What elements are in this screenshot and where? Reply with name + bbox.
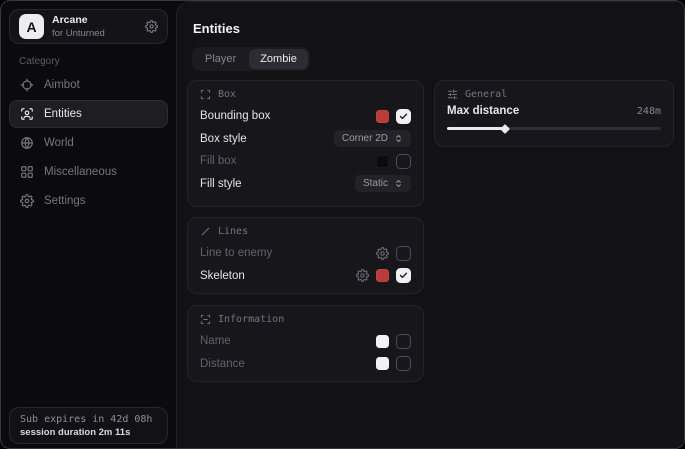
entity-tabs: Player Zombie <box>192 47 310 71</box>
setting-label: Distance <box>200 358 245 370</box>
sidebar-item-aimbot[interactable]: Aimbot <box>9 71 168 99</box>
setting-row-line-to-enemy: Line to enemy <box>200 242 411 265</box>
sidebar-item-label: Settings <box>44 195 86 207</box>
checkbox-unchecked[interactable] <box>396 154 411 169</box>
checkbox-checked[interactable] <box>396 109 411 124</box>
scan-info-icon <box>200 314 211 325</box>
box-card: Box Bounding box Box style Corner 2D <box>187 80 424 207</box>
sidebar-item-label: Entities <box>44 108 82 120</box>
setting-row-fill-style: Fill style Static <box>200 173 411 196</box>
checkbox-unchecked[interactable] <box>396 246 411 261</box>
app-window: A Arcane for Unturned Category Aimbot <box>0 0 685 449</box>
lines-card-header: Lines <box>200 226 411 237</box>
scan-person-icon <box>20 107 34 121</box>
setting-label: Skeleton <box>200 270 245 282</box>
checkbox-unchecked[interactable] <box>396 356 411 371</box>
row-settings-gear-icon[interactable] <box>376 247 389 260</box>
max-distance-row: Max distance 248m <box>447 105 661 117</box>
app-logo: A <box>19 14 44 39</box>
sidebar-item-settings[interactable]: Settings <box>9 187 168 215</box>
box-card-title: Box <box>218 89 236 100</box>
sidebar-item-label: Miscellaneous <box>44 166 117 178</box>
information-card-title: Information <box>218 314 284 325</box>
subscription-footer: Sub expires in 42d 08h session duration … <box>9 407 168 444</box>
color-swatch-red[interactable] <box>376 269 389 282</box>
sidebar-item-miscellaneous[interactable]: Miscellaneous <box>9 158 168 186</box>
checkbox-unchecked[interactable] <box>396 334 411 349</box>
max-distance-value: 248m <box>637 106 661 117</box>
information-card: Information Name Distance <box>187 305 424 382</box>
setting-row-skeleton: Skeleton <box>200 265 411 288</box>
general-card-title: General <box>465 89 507 100</box>
setting-row-name: Name <box>200 330 411 353</box>
setting-row-fill-box: Fill box <box>200 150 411 173</box>
color-swatch-black[interactable] <box>376 155 389 168</box>
sidebar-item-world[interactable]: World <box>9 129 168 157</box>
lines-card: Lines Line to enemy Skeleton <box>187 217 424 294</box>
setting-label: Fill box <box>200 155 236 167</box>
lines-card-title: Lines <box>218 226 248 237</box>
fill-style-dropdown[interactable]: Static <box>355 175 411 192</box>
sidebar-item-label: Aimbot <box>44 79 80 91</box>
tab-player[interactable]: Player <box>194 49 247 69</box>
sidebar-item-label: World <box>44 137 74 149</box>
sidebar-item-entities[interactable]: Entities <box>9 100 168 128</box>
gear-icon[interactable] <box>145 20 158 33</box>
tab-zombie[interactable]: Zombie <box>249 49 308 69</box>
grid-icon <box>20 165 34 179</box>
setting-label: Fill style <box>200 178 242 190</box>
chevrons-up-down-icon <box>394 179 403 188</box>
color-swatch-white[interactable] <box>376 335 389 348</box>
crosshair-icon <box>20 78 34 92</box>
sliders-icon <box>447 89 458 100</box>
setting-row-box-style: Box style Corner 2D <box>200 128 411 151</box>
dropdown-value: Corner 2D <box>342 133 388 144</box>
setting-label: Box style <box>200 133 247 145</box>
scan-corners-icon <box>200 89 211 100</box>
slider-fill <box>447 127 505 130</box>
max-distance-label: Max distance <box>447 105 519 117</box>
setting-label: Line to enemy <box>200 247 272 259</box>
app-name: Arcane <box>52 14 105 28</box>
color-swatch-white[interactable] <box>376 357 389 370</box>
general-card: General Max distance 248m <box>434 80 674 147</box>
general-card-header: General <box>447 89 661 100</box>
diagonal-line-icon <box>200 226 211 237</box>
dropdown-value: Static <box>363 178 388 189</box>
app-subtitle: for Unturned <box>52 28 105 39</box>
chevrons-up-down-icon <box>394 134 403 143</box>
app-title-block: Arcane for Unturned <box>52 14 105 39</box>
page-title: Entities <box>193 21 240 36</box>
max-distance-slider[interactable] <box>447 127 661 130</box>
information-card-header: Information <box>200 314 411 325</box>
sub-expiry-text: Sub expires in 42d 08h <box>20 414 157 425</box>
setting-row-bounding-box: Bounding box <box>200 105 411 128</box>
box-card-header: Box <box>200 89 411 100</box>
gear-icon <box>20 194 34 208</box>
session-duration-text: session duration 2m 11s <box>20 427 157 438</box>
globe-icon <box>20 136 34 150</box>
slider-handle[interactable] <box>500 124 510 134</box>
app-header-card: A Arcane for Unturned <box>9 9 168 44</box>
setting-label: Bounding box <box>200 110 270 122</box>
row-settings-gear-icon[interactable] <box>356 269 369 282</box>
color-swatch-red[interactable] <box>376 110 389 123</box>
setting-row-distance: Distance <box>200 353 411 376</box>
category-label: Category <box>19 56 60 67</box>
sidebar: A Arcane for Unturned Category Aimbot <box>1 1 176 448</box>
sidebar-nav: Aimbot Entities World Miscellaneous <box>9 71 168 215</box>
setting-label: Name <box>200 335 231 347</box>
checkbox-checked[interactable] <box>396 268 411 283</box>
box-style-dropdown[interactable]: Corner 2D <box>334 130 411 147</box>
main-panel: Entities Player Zombie Box Bounding box <box>176 1 685 449</box>
